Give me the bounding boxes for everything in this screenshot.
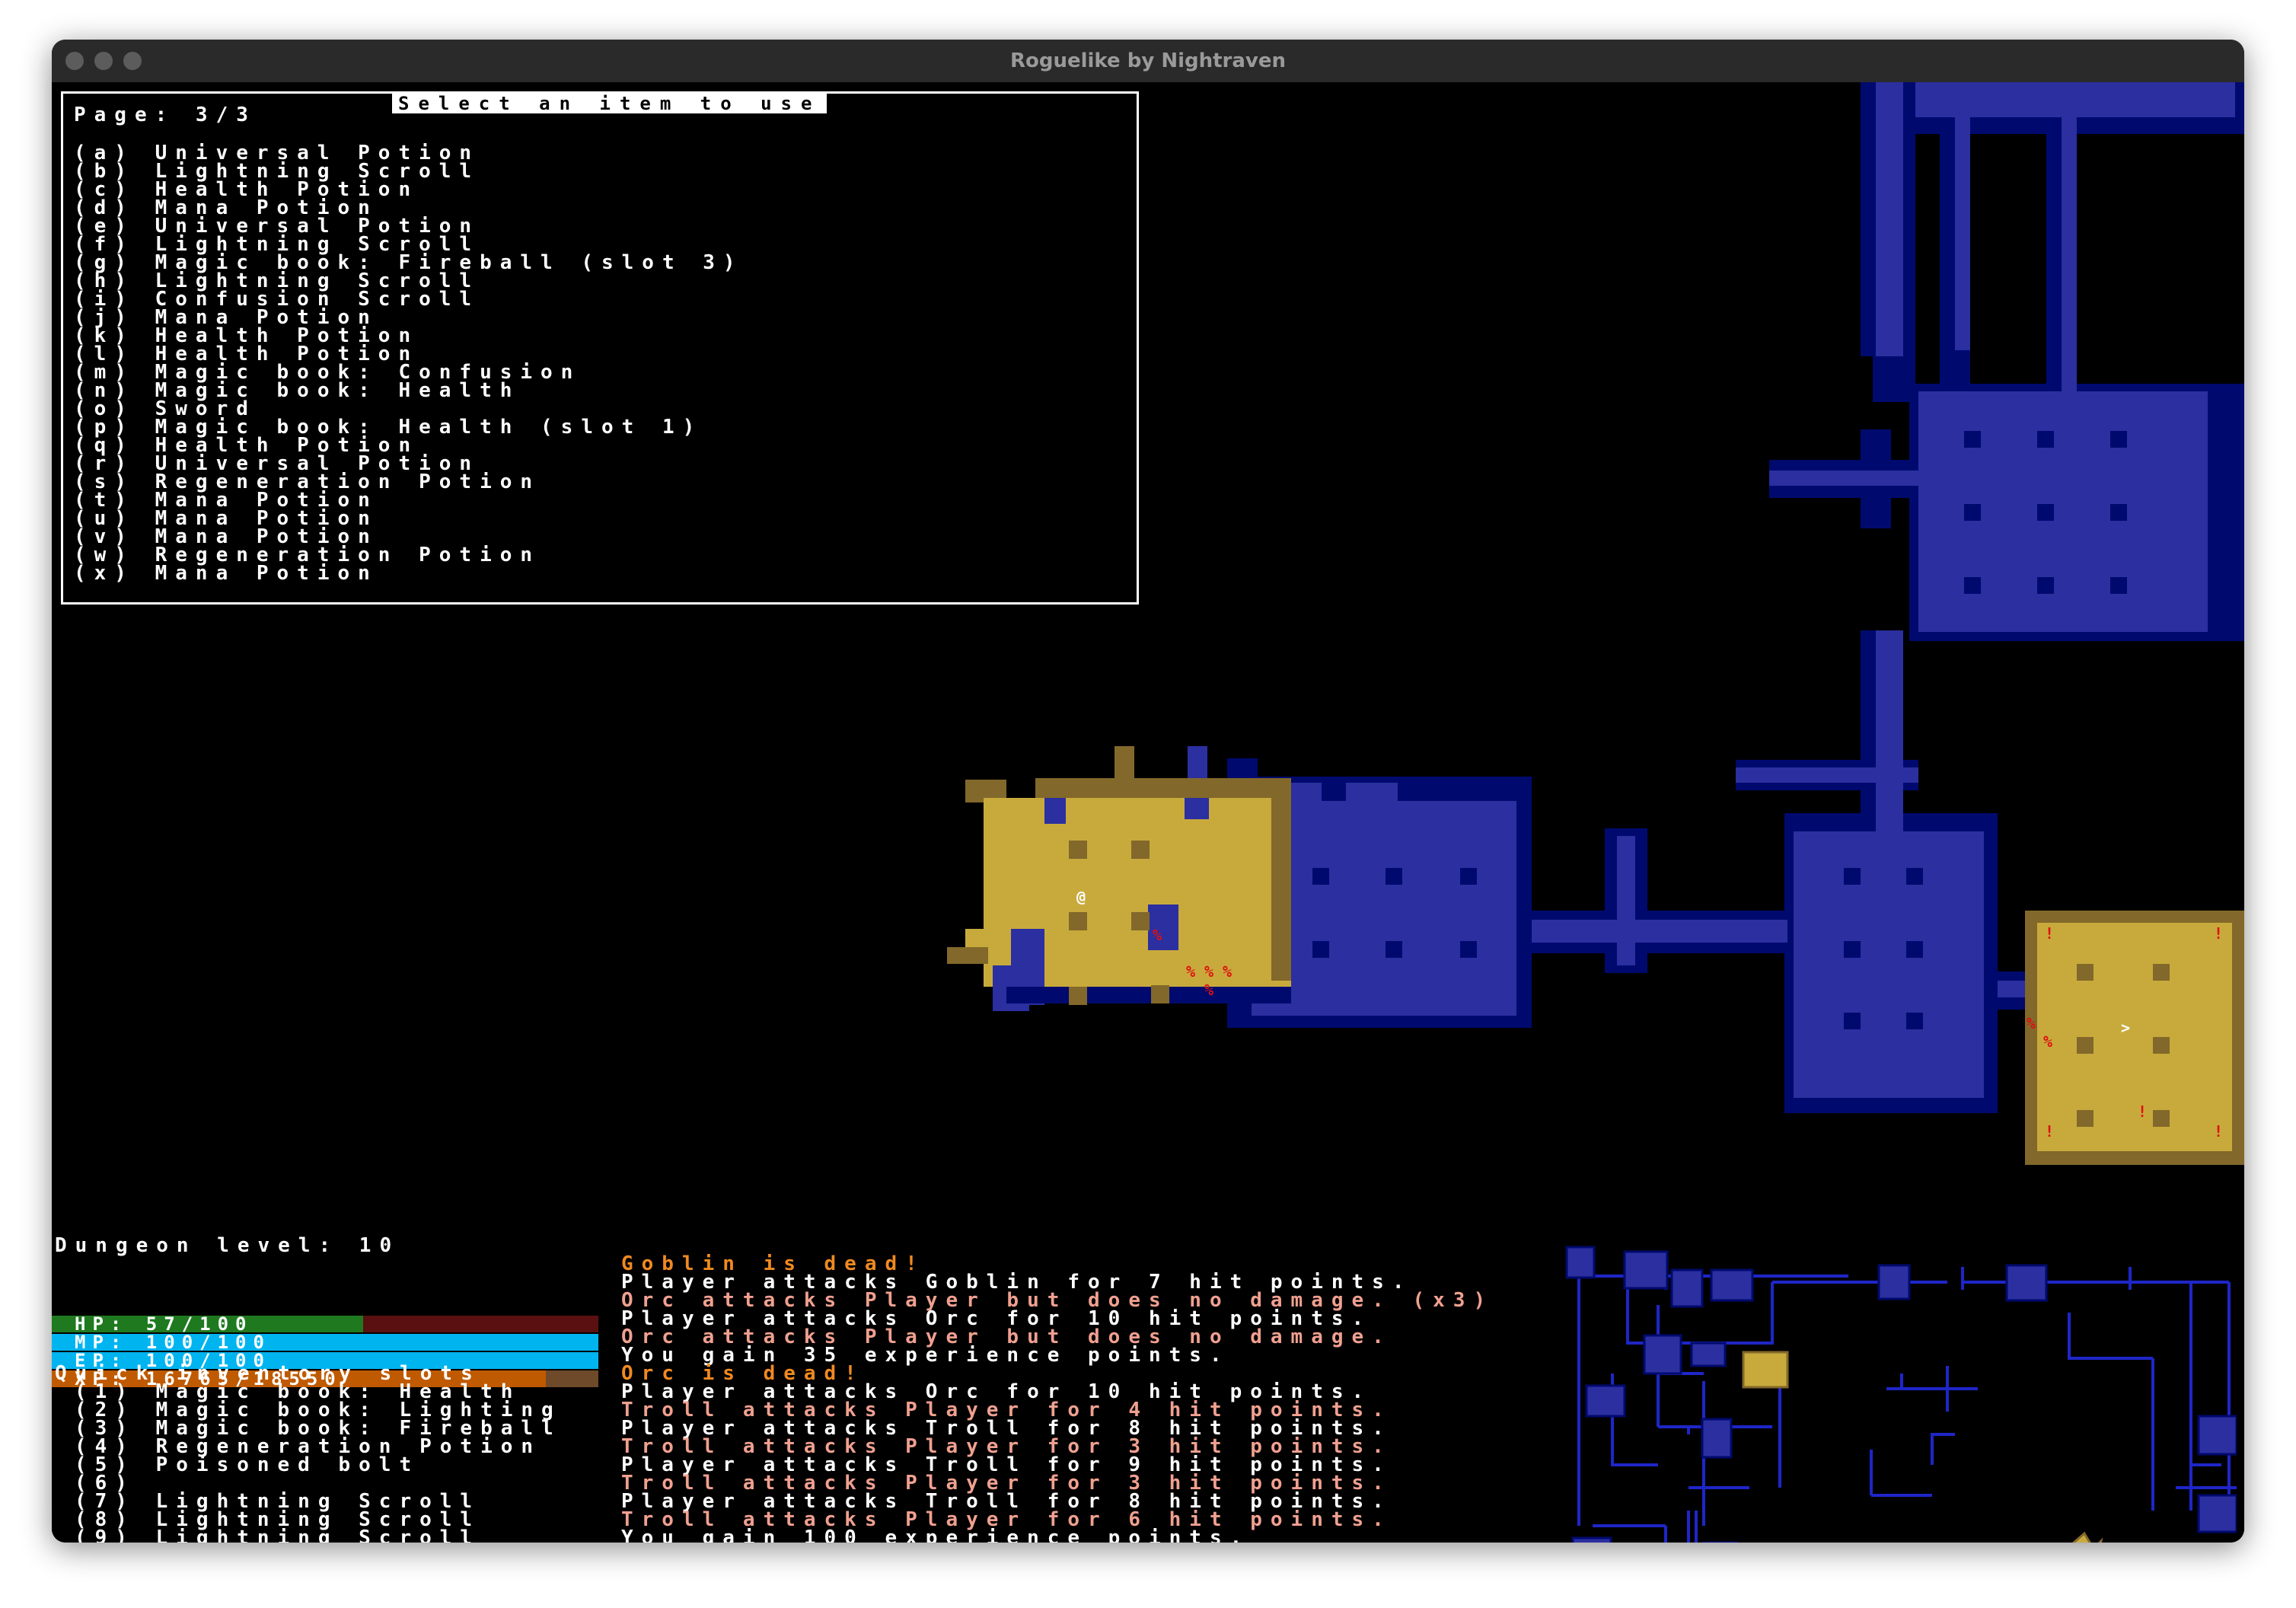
corpse-marker: % bbox=[1153, 926, 1162, 944]
inventory-menu-title: Select an item to use bbox=[392, 94, 828, 113]
quick-slot-label: (9) Lightning Scroll bbox=[75, 1527, 481, 1543]
corpse-marker: % bbox=[1204, 981, 1214, 999]
corpse-marker: % bbox=[1204, 962, 1214, 981]
game-viewport[interactable]: @ % % % % % % % ! ! ! ! ! > Select an it… bbox=[52, 82, 2244, 1543]
game-window: Roguelike by Nightraven @ % % % % % % % … bbox=[52, 40, 2244, 1543]
mp-bar-label: MP: 100/100 bbox=[75, 1332, 271, 1353]
corpse-marker: % bbox=[1223, 962, 1233, 981]
player-marker: @ bbox=[1076, 888, 1086, 906]
window-titlebar: Roguelike by Nightraven bbox=[52, 40, 2244, 83]
inventory-item[interactable]: (x) Mana Potion bbox=[74, 562, 744, 585]
quick-slot[interactable]: (9) Lightning Scroll bbox=[75, 1527, 562, 1543]
lit-stair-room bbox=[2025, 911, 2244, 1165]
hp-bar: HP: 57/100 bbox=[52, 1313, 598, 1335]
item-marker: ! bbox=[2045, 1122, 2055, 1141]
inventory-menu: Select an item to use Page: 3/3 (a) Univ… bbox=[61, 91, 1139, 605]
corpse-marker: % bbox=[1186, 962, 1196, 981]
hp-bar-label: HP: 57/100 bbox=[75, 1313, 254, 1335]
dungeon-level: Dungeon level: 10 bbox=[55, 1234, 400, 1257]
lit-cave-area bbox=[947, 746, 1329, 1011]
inventory-item-label: (x) Mana Potion bbox=[74, 562, 378, 585]
item-marker: ! bbox=[2045, 924, 2055, 943]
inventory-item-list: (a) Universal Potion (b) Lightning Scroll… bbox=[74, 143, 744, 585]
quick-slot-list: (1) Magic book: Health (2) Magic book: Li… bbox=[75, 1382, 562, 1543]
stairs-down-marker: > bbox=[2121, 1019, 2131, 1037]
minimap bbox=[1565, 1246, 2237, 1543]
item-marker: ! bbox=[2214, 924, 2224, 943]
item-marker: ! bbox=[2138, 1102, 2148, 1121]
quick-slot[interactable]: (5) Poisoned bolt bbox=[75, 1453, 562, 1476]
inventory-page-indicator: Page: 3/3 bbox=[74, 104, 257, 126]
corpse-marker: % bbox=[2027, 1014, 2036, 1032]
quick-slot-label: (5) Poisoned bolt bbox=[75, 1453, 420, 1476]
mp-bar: MP: 100/100 bbox=[52, 1332, 598, 1353]
corpse-marker: % bbox=[2043, 1032, 2053, 1051]
minimap-lit-rooms bbox=[1742, 1351, 2103, 1543]
window-title: Roguelike by Nightraven bbox=[1009, 49, 1287, 72]
minimap-corridors bbox=[1567, 1259, 2237, 1543]
message-log: Goblin is dead! Player attacks Goblin for… bbox=[621, 1254, 1494, 1543]
minimap-rooms bbox=[1565, 1246, 2237, 1543]
item-marker: ! bbox=[2214, 1122, 2224, 1141]
